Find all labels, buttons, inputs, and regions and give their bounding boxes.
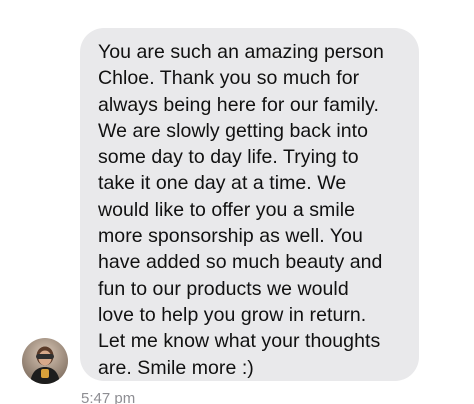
message-text: You are such an amazing person Chloe. Th… [98, 41, 384, 379]
sender-avatar[interactable] [22, 338, 68, 384]
message-timestamp: 5:47 pm [81, 390, 136, 404]
profile-photo-icon [22, 338, 68, 384]
received-message-bubble[interactable]: You are such an amazing person Chloe. Th… [80, 28, 419, 381]
conversation-view: You are such an amazing person Chloe. Th… [0, 0, 474, 404]
